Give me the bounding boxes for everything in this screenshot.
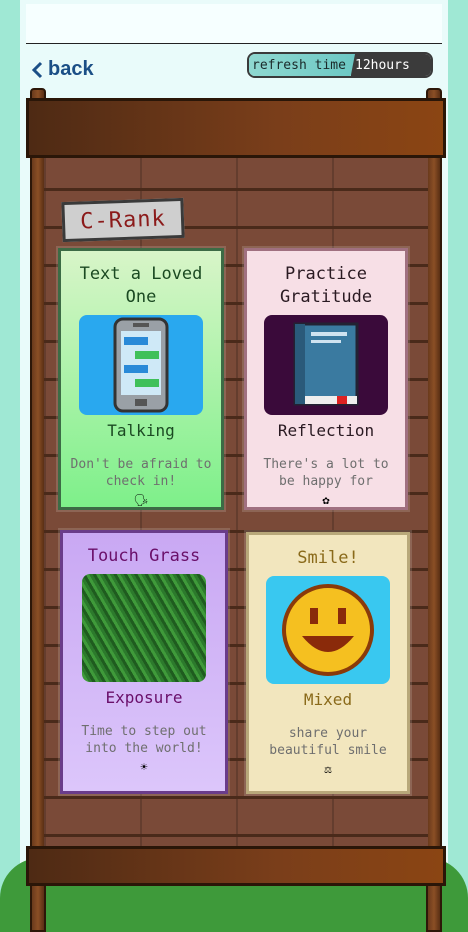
rank-sign: C-Rank (61, 197, 185, 243)
card-category: Mixed (303, 690, 353, 709)
chevron-left-icon (31, 61, 43, 78)
card-title: Practice Gratitude (279, 264, 373, 307)
right-post (426, 88, 442, 932)
refresh-time-badge: refresh time 12hours (247, 52, 433, 78)
card-category: Reflection (277, 421, 375, 440)
bottom-beam (26, 846, 446, 886)
quest-card-smile[interactable]: Smile! Mixed share your beautiful smile … (246, 532, 410, 794)
card-title: Touch Grass (87, 546, 201, 566)
back-label: back (48, 58, 94, 80)
quest-card-text-loved-one[interactable]: Text a Loved One Talking Don't be afraid… (58, 248, 224, 510)
card-description: Time to step out into the world! (81, 724, 207, 756)
scales-icon: ⚖ (324, 762, 332, 776)
top-beam (26, 98, 446, 158)
card-description: There's a lot to be happy for (263, 457, 389, 489)
quest-card-practice-gratitude[interactable]: Practice Gratitude Reflection There's a … (244, 248, 408, 510)
card-description: Don't be afraid to check in! (70, 457, 212, 489)
top-bar (26, 4, 442, 44)
back-button[interactable]: back (30, 58, 94, 81)
card-category: Exposure (105, 688, 183, 707)
card-category: Talking (107, 421, 175, 440)
refresh-time-label: refresh time (249, 54, 355, 76)
refresh-time-value: 12hours (351, 54, 431, 76)
speaking-icon: 🗣 (133, 493, 149, 507)
card-title: Smile! (297, 548, 359, 568)
grass-image (82, 574, 206, 682)
book-icon (264, 315, 388, 415)
card-description: share your beautiful smile (269, 726, 387, 758)
sun-icon: ☀ (140, 760, 148, 774)
smiley-face-icon (266, 576, 390, 684)
card-title: Text a Loved One (79, 264, 203, 307)
flower-icon: ✿ (322, 493, 330, 507)
phone-chat-icon (79, 315, 203, 415)
quest-card-touch-grass[interactable]: Touch Grass Exposure Time to step out in… (60, 530, 228, 794)
